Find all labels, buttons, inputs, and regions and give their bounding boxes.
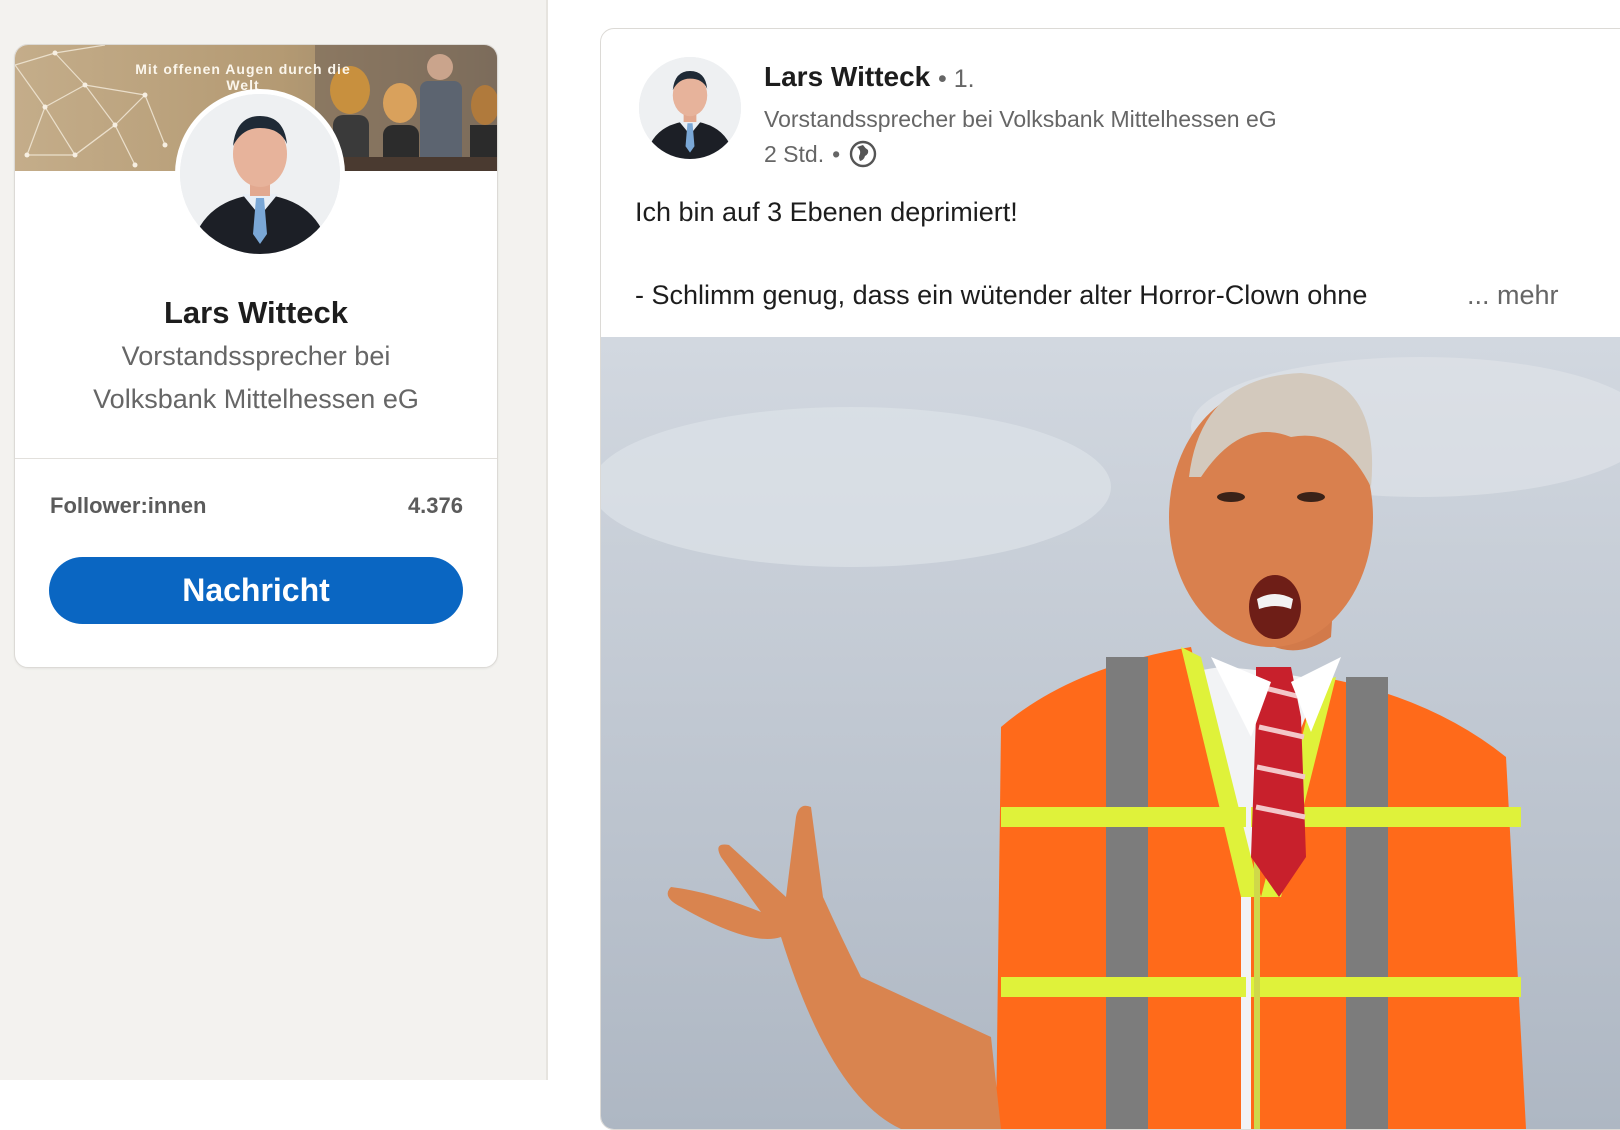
post-text-line-1: Ich bin auf 3 Ebenen deprimiert!	[635, 197, 1018, 227]
post-photo	[601, 337, 1620, 1129]
profile-card: Mit offenen Augen durch die Welt Lars Wi…	[14, 44, 498, 668]
post-author-headline: Vorstandssprecher bei Volksbank Mittelhe…	[764, 106, 1277, 132]
post-image[interactable]	[601, 337, 1620, 1129]
follower-count: 4.376	[407, 493, 463, 518]
post-text-line-2: - Schlimm genug, dass ein wütender alter…	[635, 280, 1368, 310]
see-more-link[interactable]: ... mehr	[1467, 280, 1559, 311]
cover-slogan: Mit offenen Augen durch die Welt	[135, 61, 351, 93]
globe-icon	[848, 139, 878, 169]
connection-degree: • 1.	[938, 65, 975, 93]
profile-name[interactable]: Lars Witteck	[15, 295, 497, 331]
post-author-name[interactable]: Lars Witteck	[764, 61, 930, 93]
post-time: 2 Std.	[764, 140, 825, 167]
follower-label: Follower:innen	[50, 493, 207, 518]
message-button[interactable]: Nachricht	[49, 557, 463, 624]
profile-headline: Vorstandssprecher bei Volksbank Mittelhe…	[93, 341, 419, 414]
feed-post: Lars Witteck • 1. Vorstandssprecher bei …	[600, 28, 1620, 1130]
post-meta: 2 Std. •	[764, 139, 878, 169]
meta-separator: •	[832, 140, 841, 167]
card-divider	[15, 458, 497, 459]
post-author-avatar[interactable]	[639, 57, 741, 159]
avatar[interactable]	[175, 89, 345, 259]
